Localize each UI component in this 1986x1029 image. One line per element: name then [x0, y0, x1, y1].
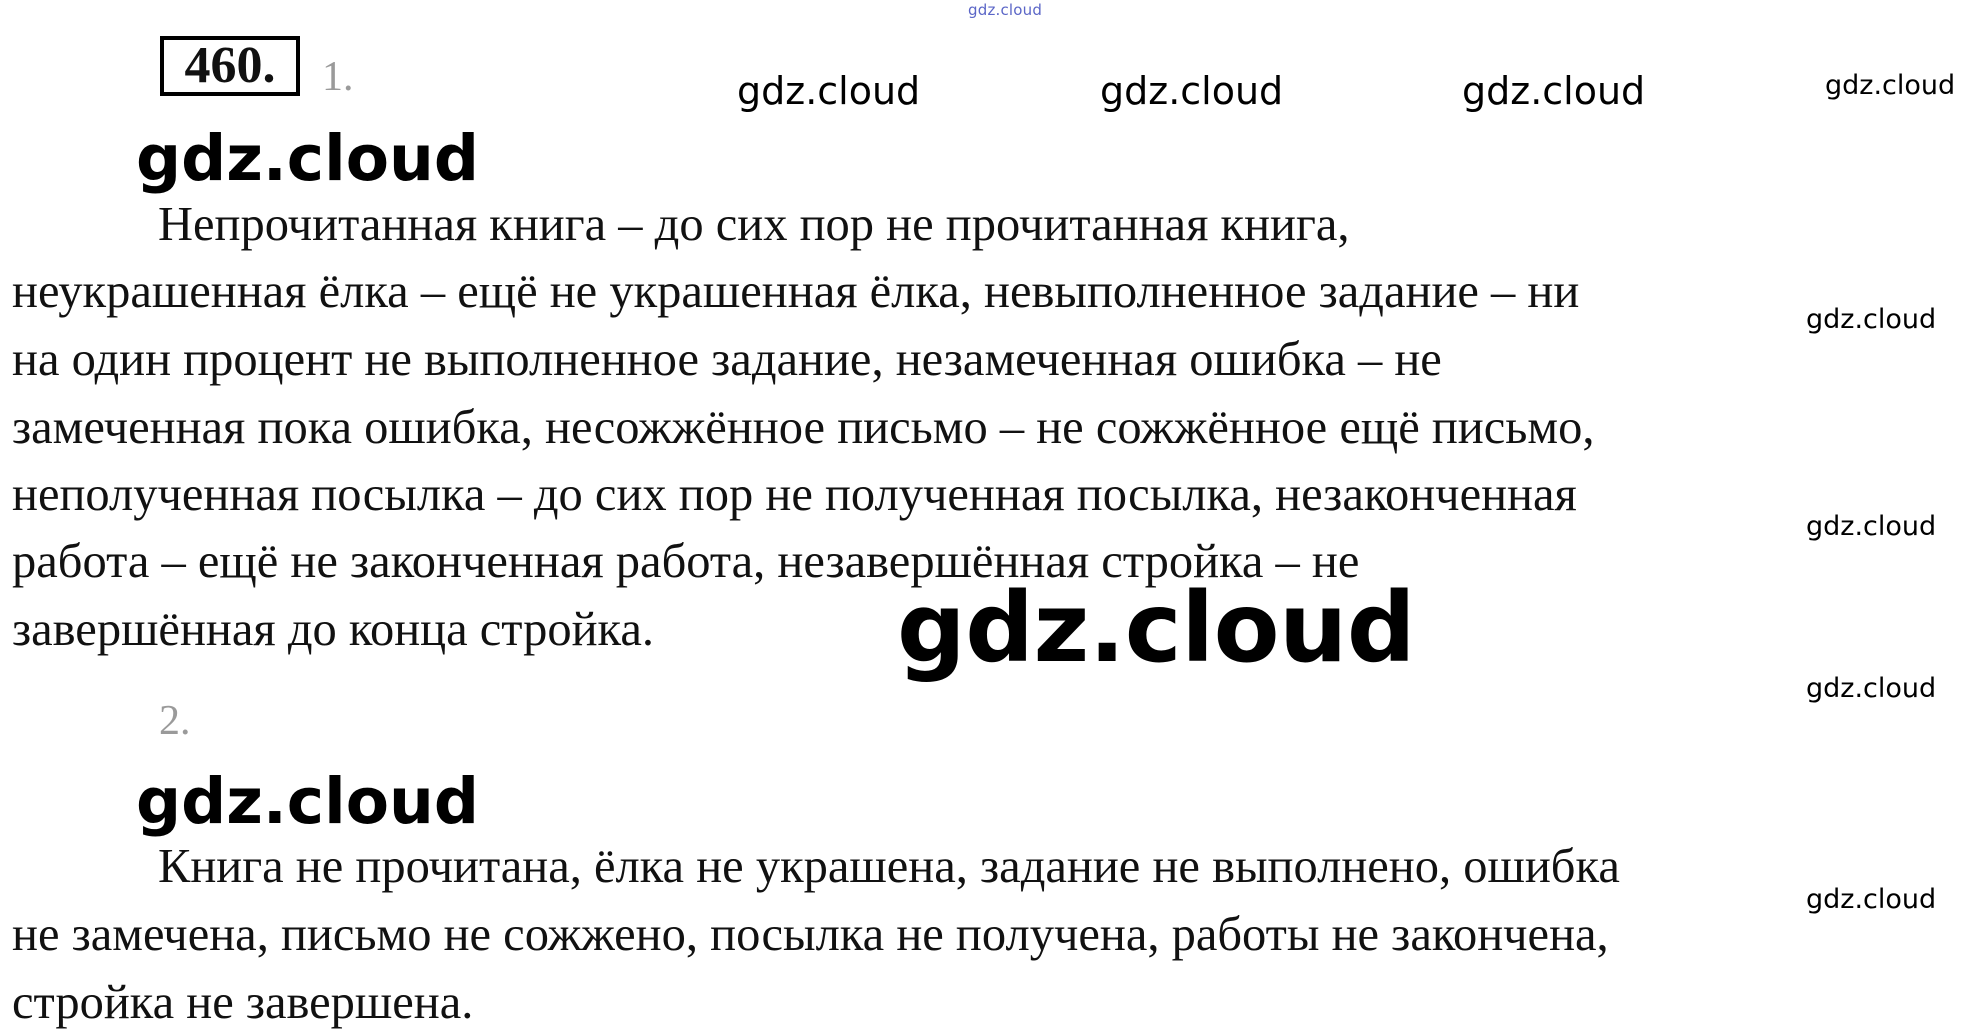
watermark-section-1: gdz.cloud [136, 122, 479, 195]
watermark-header-3: gdz.cloud [1462, 69, 1646, 113]
watermark-big-center: gdz.cloud [897, 572, 1416, 684]
watermark-header-2: gdz.cloud [1100, 69, 1284, 113]
part-1-line-1: Непрочитанная книга – до сих пор не проч… [158, 198, 1350, 251]
part-1-line-7: завершённая до конца стройка. [12, 603, 655, 656]
watermark-header-4: gdz.cloud [1825, 70, 1956, 101]
task-number-box: 460. [160, 36, 300, 96]
part-1-line-5: неполученная посылка – до сих пор не пол… [12, 468, 1577, 521]
part-2-line-2: не замечена, письмо не сожжено, посылка … [12, 908, 1609, 961]
part-1-line-2: неукрашенная ёлка – ещё не украшенная ёл… [12, 265, 1580, 318]
watermark-section-2: gdz.cloud [136, 765, 479, 838]
watermark-header-1: gdz.cloud [737, 69, 921, 113]
part-2-line-1: Книга не прочитана, ёлка не украшена, за… [158, 840, 1620, 893]
part-1-line-3: на один процент не выполненное задание, … [12, 333, 1442, 386]
part-2-line-3: стройка не завершена. [12, 976, 474, 1029]
task-number: 460. [184, 37, 276, 94]
watermark-right-2: gdz.cloud [1806, 511, 1937, 542]
part-1-number: 1. [322, 54, 354, 100]
watermark-top: gdz.cloud [968, 1, 1043, 19]
watermark-right-1: gdz.cloud [1806, 304, 1937, 335]
watermark-right-3: gdz.cloud [1806, 673, 1937, 704]
watermark-right-4: gdz.cloud [1806, 884, 1937, 915]
textbook-page: gdz.cloud 460. 1. gdz.cloud gdz.cloud gd… [0, 0, 1986, 1029]
part-2-number: 2. [159, 698, 191, 744]
part-1-line-4: замеченная пока ошибка, несожжённое пись… [12, 401, 1595, 454]
